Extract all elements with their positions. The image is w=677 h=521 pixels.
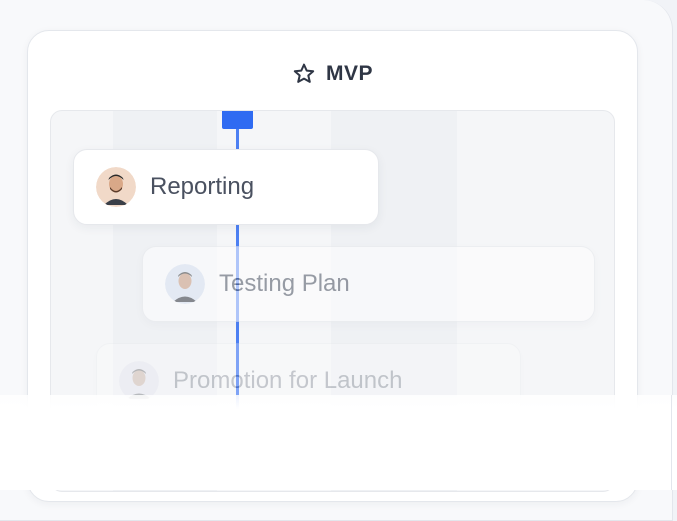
star-icon[interactable] bbox=[292, 62, 316, 86]
panel-edge bbox=[671, 395, 672, 490]
today-marker-handle[interactable] bbox=[222, 111, 253, 129]
task-label: Reporting bbox=[150, 173, 255, 200]
bottom-fade-overlay bbox=[0, 395, 677, 490]
avatar bbox=[165, 264, 205, 304]
task-card-testing-plan[interactable]: Testing Plan bbox=[142, 246, 595, 322]
task-label: Promotion for Launch bbox=[173, 367, 403, 394]
task-label: Testing Plan bbox=[219, 270, 350, 297]
project-title: MVP bbox=[325, 62, 373, 85]
project-header[interactable]: MVP bbox=[28, 59, 637, 89]
task-card-reporting[interactable]: Reporting bbox=[73, 149, 379, 225]
avatar bbox=[96, 167, 136, 207]
